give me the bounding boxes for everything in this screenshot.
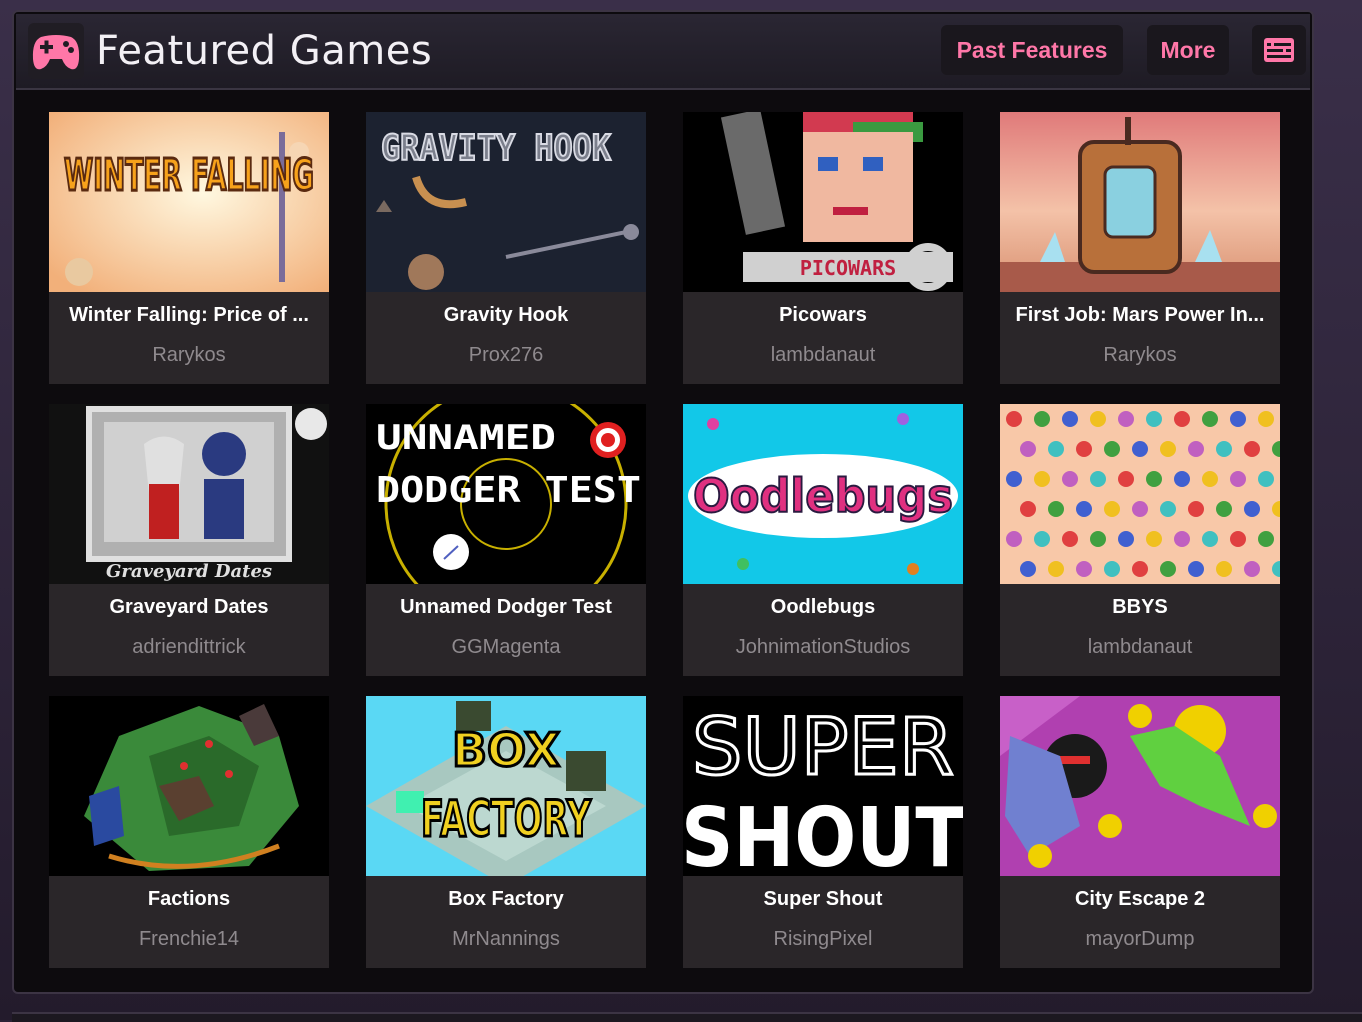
page-title: Featured Games (96, 28, 433, 74)
list-icon (1264, 38, 1294, 62)
game-thumbnail[interactable]: BOX FACTORY (366, 696, 646, 876)
more-button[interactable]: More (1147, 25, 1229, 75)
next-panel-edge (12, 1012, 1362, 1022)
game-author[interactable]: GGMagenta (372, 636, 640, 659)
thumb-text: Graveyard Dates (106, 561, 272, 582)
gamepad-icon (28, 23, 84, 79)
game-card[interactable]: UNNAMED DODGER TEST Unnamed Dodger Test … (366, 404, 646, 676)
game-author[interactable]: RisingPixel (689, 928, 957, 951)
game-title[interactable]: Box Factory (372, 888, 640, 911)
thumb-text: Oodlebugs (693, 469, 953, 523)
game-thumbnail[interactable] (1000, 112, 1280, 292)
game-title[interactable]: Super Shout (689, 888, 957, 911)
thumb-text-line-1: BOX (452, 723, 560, 777)
game-card[interactable]: PICOWARS Picowars lambdanaut (683, 112, 963, 384)
game-author[interactable]: adriendittrick (55, 636, 323, 659)
game-card[interactable]: First Job: Mars Power In... Rarykos (1000, 112, 1280, 384)
game-thumbnail[interactable] (1000, 404, 1280, 584)
game-title[interactable]: Picowars (689, 304, 957, 327)
menu-button[interactable] (1252, 25, 1306, 75)
game-author[interactable]: Rarykos (1006, 344, 1274, 367)
thumb-text-line-2: SHOUT (683, 791, 963, 876)
game-title[interactable]: Graveyard Dates (55, 596, 323, 619)
game-card[interactable]: WINTER FALLING Winter Falling: Price of … (49, 112, 329, 384)
game-card[interactable]: GRAVITY HOOK Gravity Hook Prox276 (366, 112, 646, 384)
game-card[interactable]: BBYS lambdanaut (1000, 404, 1280, 676)
game-card[interactable]: City Escape 2 mayorDump (1000, 696, 1280, 968)
thumb-text: WINTER FALLING (64, 150, 314, 201)
game-title[interactable]: Factions (55, 888, 323, 911)
thumb-text-line-1: SUPER (692, 703, 954, 793)
game-thumbnail[interactable]: UNNAMED DODGER TEST (366, 404, 646, 584)
game-card[interactable]: Factions Frenchie14 (49, 696, 329, 968)
game-thumbnail[interactable]: GRAVITY HOOK (366, 112, 646, 292)
game-author[interactable]: lambdanaut (1006, 636, 1274, 659)
game-card[interactable]: Graveyard Dates Graveyard Dates adriendi… (49, 404, 329, 676)
game-thumbnail[interactable]: WINTER FALLING (49, 112, 329, 292)
game-title[interactable]: Gravity Hook (372, 304, 640, 327)
game-title[interactable]: BBYS (1006, 596, 1274, 619)
game-author[interactable]: JohnimationStudios (689, 636, 957, 659)
game-thumbnail[interactable]: PICOWARS (683, 112, 963, 292)
thumb-text: PICOWARS (800, 256, 896, 280)
thumb-text-line-2: FACTORY (421, 790, 592, 848)
game-card[interactable]: BOX FACTORY Box Factory MrNannings (366, 696, 646, 968)
game-author[interactable]: mayorDump (1006, 928, 1274, 951)
game-thumbnail[interactable] (1000, 696, 1280, 876)
game-thumbnail[interactable]: SUPER SHOUT (683, 696, 963, 876)
game-title[interactable]: First Job: Mars Power In... (1006, 304, 1274, 327)
game-thumbnail[interactable]: Oodlebugs (683, 404, 963, 584)
panel-header: Featured Games Past Features More (16, 14, 1310, 90)
game-title[interactable]: City Escape 2 (1006, 888, 1274, 911)
past-features-button[interactable]: Past Features (941, 25, 1123, 75)
game-thumbnail[interactable]: Graveyard Dates (49, 404, 329, 584)
game-author[interactable]: Prox276 (372, 344, 640, 367)
thumb-text: GRAVITY HOOK (381, 128, 611, 169)
game-author[interactable]: Frenchie14 (55, 928, 323, 951)
game-title[interactable]: Winter Falling: Price of ... (55, 304, 323, 327)
thumb-text-line-2: DODGER TEST (376, 470, 641, 511)
thumb-text-line-1: UNNAMED (376, 418, 556, 458)
game-author[interactable]: Rarykos (55, 344, 323, 367)
game-card[interactable]: SUPER SHOUT Super Shout RisingPixel (683, 696, 963, 968)
game-author[interactable]: lambdanaut (689, 344, 957, 367)
game-card[interactable]: Oodlebugs Oodlebugs JohnimationStudios (683, 404, 963, 676)
game-title[interactable]: Unnamed Dodger Test (372, 596, 640, 619)
game-thumbnail[interactable] (49, 696, 329, 876)
game-author[interactable]: MrNannings (372, 928, 640, 951)
game-title[interactable]: Oodlebugs (689, 596, 957, 619)
